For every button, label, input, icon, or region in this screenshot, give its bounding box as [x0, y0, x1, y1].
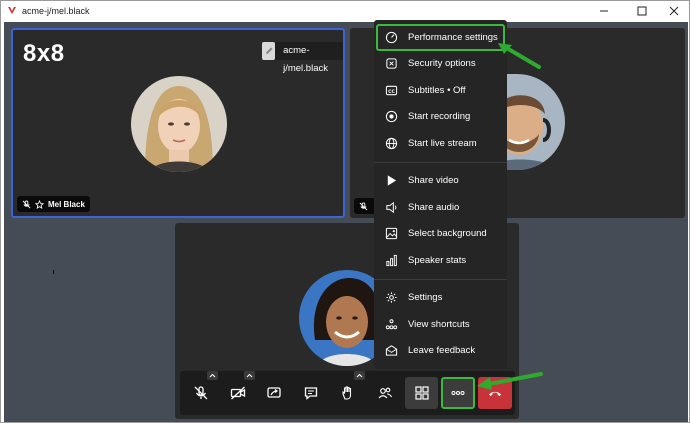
- more-actions-menu: Performance settings Security options CC…: [374, 20, 507, 369]
- window-title: acme-j/mel.black: [22, 6, 90, 16]
- menu-item-security-options[interactable]: Security options: [374, 51, 507, 78]
- minimize-button[interactable]: [587, 1, 621, 21]
- app-logo-icon: [8, 7, 16, 14]
- microphone-muted-icon: [22, 199, 31, 208]
- menu-item-label: Start live stream: [408, 137, 477, 149]
- chevron-up-icon: [246, 373, 252, 378]
- share-screen-icon: [267, 387, 282, 398]
- toggle-camera-button[interactable]: [221, 371, 255, 409]
- share-screen-button[interactable]: [258, 377, 292, 409]
- menu-item-label: View shortcuts: [408, 318, 470, 330]
- stray-mark: [53, 270, 54, 274]
- menu-item-label: Start recording: [408, 111, 471, 123]
- menu-item-label: Performance settings: [408, 31, 498, 43]
- more-actions-button[interactable]: [441, 377, 476, 409]
- speaker-icon: [384, 200, 398, 214]
- menu-item-share-video[interactable]: Share video: [374, 168, 507, 195]
- room-name: acme-j/mel.black: [275, 42, 343, 74]
- menu-item-label: Security options: [408, 58, 476, 70]
- title-bar: acme-j/mel.black: [1, 1, 689, 21]
- close-icon: [669, 6, 679, 16]
- menu-item-performance-settings[interactable]: Performance settings: [376, 24, 505, 51]
- shield-icon: [384, 57, 398, 71]
- bar-chart-icon: [384, 253, 398, 267]
- menu-item-label: Share audio: [408, 201, 460, 213]
- participant-tile-mel[interactable]: 8x8 Mel Black acme-j/mel.black: [11, 28, 345, 218]
- chevron-up-icon: [356, 373, 363, 378]
- participants-icon: [378, 387, 392, 399]
- avatar: [131, 76, 227, 172]
- shortcuts-icon: [384, 317, 398, 331]
- participant-name-tag: [354, 198, 376, 214]
- menu-item-label: Share video: [408, 175, 459, 187]
- menu-item-subtitles[interactable]: CC Subtitles • Off: [374, 77, 507, 104]
- image-icon: [384, 227, 398, 241]
- menu-separator: [374, 278, 507, 280]
- record-icon: [384, 110, 398, 124]
- tile-view-button[interactable]: [404, 377, 439, 409]
- menu-item-label: Speaker stats: [408, 254, 467, 266]
- hang-up-button[interactable]: [478, 377, 513, 409]
- meeting-stage: 8x8 Mel Black acme-j/mel.black: [4, 22, 688, 422]
- menu-item-select-background[interactable]: Select background: [374, 221, 507, 248]
- mute-microphone-button[interactable]: [184, 371, 218, 409]
- app-window: acme-j/mel.black 8x8 Mel Black acme-j/me…: [0, 0, 690, 423]
- more-dots-icon: [451, 391, 465, 395]
- microphone-muted-icon: [194, 386, 208, 400]
- pencil-icon: [265, 47, 273, 54]
- camera-options-button[interactable]: [243, 371, 255, 380]
- menu-item-leave-feedback[interactable]: Leave feedback: [374, 338, 507, 365]
- microphone-muted-icon: [359, 201, 368, 210]
- maximize-icon: [637, 6, 647, 16]
- minimize-icon: [600, 10, 608, 12]
- cc-icon: CC: [384, 83, 398, 97]
- chevron-up-icon: [209, 373, 216, 378]
- chat-button[interactable]: [294, 377, 328, 409]
- menu-item-label: Settings: [408, 292, 443, 304]
- svg-text:CC: CC: [388, 89, 395, 95]
- camera-off-icon: [230, 386, 245, 400]
- menu-item-speaker-stats[interactable]: Speaker stats: [374, 247, 507, 274]
- reactions-options-button[interactable]: [353, 371, 365, 380]
- participants-button[interactable]: [368, 377, 402, 409]
- raise-hand-icon: [342, 386, 352, 400]
- play-icon: [384, 174, 398, 188]
- participant-name-tag: Mel Black: [17, 196, 90, 212]
- menu-item-share-audio[interactable]: Share audio: [374, 194, 507, 221]
- gear-icon: [384, 291, 398, 305]
- brand-logo: 8x8: [23, 40, 65, 67]
- raise-hand-button[interactable]: [331, 371, 365, 409]
- menu-item-start-recording[interactable]: Start recording: [374, 104, 507, 131]
- menu-item-label: Leave feedback: [408, 345, 476, 357]
- menu-item-start-live-stream[interactable]: Start live stream: [374, 130, 507, 157]
- meeting-toolbar: [180, 371, 515, 415]
- participant-name: Mel Black: [48, 199, 85, 209]
- moderator-star-icon: [35, 199, 44, 209]
- hang-up-icon: [489, 391, 502, 396]
- feedback-icon: [384, 344, 398, 358]
- menu-item-label: Select background: [408, 228, 487, 240]
- globe-icon: [384, 136, 398, 150]
- microphone-options-button[interactable]: [206, 371, 218, 380]
- close-button[interactable]: [657, 1, 690, 21]
- grid-icon: [414, 386, 429, 400]
- menu-item-settings[interactable]: Settings: [374, 285, 507, 312]
- maximize-button[interactable]: [625, 1, 659, 21]
- chat-icon: [305, 387, 318, 400]
- menu-item-label: Subtitles • Off: [408, 84, 466, 96]
- rename-room-button[interactable]: [262, 42, 276, 60]
- gauge-icon: [384, 30, 398, 44]
- menu-separator: [374, 161, 507, 163]
- room-info: acme-j/mel.black: [262, 42, 343, 74]
- menu-item-view-shortcuts[interactable]: View shortcuts: [374, 311, 507, 338]
